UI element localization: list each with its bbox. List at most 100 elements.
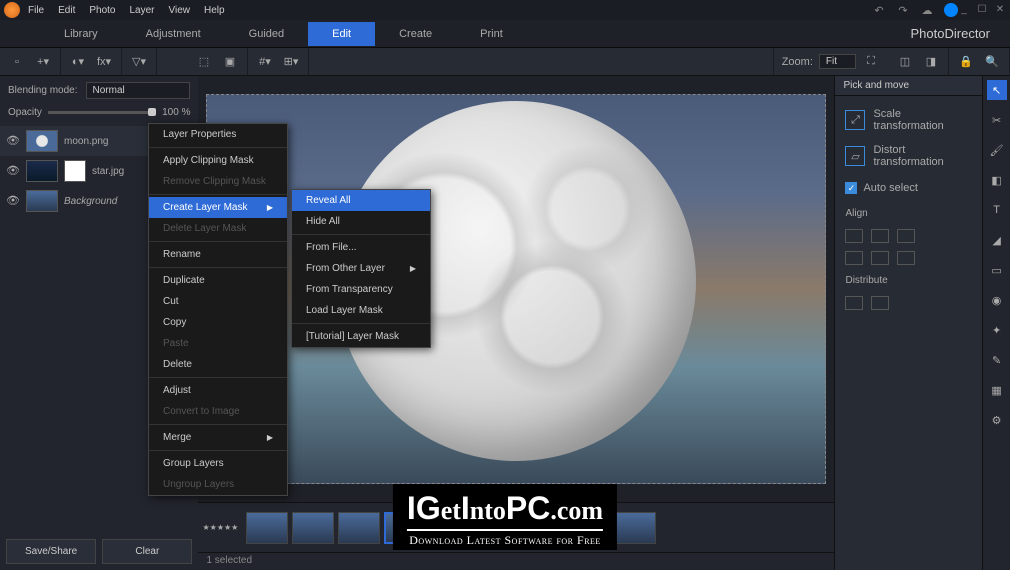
ctx-item[interactable]: From Transparency [292, 279, 430, 300]
tab-adjustment[interactable]: Adjustment [122, 22, 225, 46]
pen-tool-icon[interactable]: ✎ [987, 350, 1007, 370]
ctx-item[interactable]: Load Layer Mask [292, 300, 430, 321]
add-icon[interactable]: +▾ [34, 53, 52, 71]
cloud-icon[interactable]: ☁ [920, 3, 934, 17]
minimize-icon[interactable]: _ [958, 4, 970, 16]
text-tool-icon[interactable]: T [987, 200, 1007, 220]
redo-icon[interactable]: ↷ [896, 3, 910, 17]
eye-icon[interactable]: 👁 [6, 134, 20, 148]
search-icon[interactable]: 🔍 [983, 53, 1001, 71]
gradient-tool-icon[interactable]: ▦ [987, 380, 1007, 400]
maximize-icon[interactable]: ☐ [976, 4, 988, 16]
align-center-v[interactable] [871, 251, 889, 265]
eraser-tool-icon[interactable]: ◧ [987, 170, 1007, 190]
crop-tool-icon[interactable]: ✂ [987, 110, 1007, 130]
thumb[interactable] [614, 512, 656, 544]
scale-transform[interactable]: ⤢ Scale transformation [843, 102, 974, 138]
magic-tool-icon[interactable]: ✦ [987, 320, 1007, 340]
ctx-item[interactable]: Hide All [292, 211, 430, 232]
fill-tool-icon[interactable]: ◢ [987, 230, 1007, 250]
ctx-item[interactable]: Layer Properties [149, 124, 287, 145]
filter-icon[interactable]: ▽▾ [130, 53, 148, 71]
tab-create[interactable]: Create [375, 22, 456, 46]
fx-icon[interactable]: fx▾ [95, 53, 113, 71]
eye-icon[interactable]: 👁 [6, 194, 20, 208]
align-left[interactable] [845, 229, 863, 243]
align-top[interactable] [845, 251, 863, 265]
shape-tool-icon[interactable]: ▭ [987, 260, 1007, 280]
sync-icon[interactable] [944, 3, 958, 17]
properties-header: Pick and move [835, 76, 982, 96]
grid-icon[interactable]: #▾ [256, 53, 274, 71]
distribute-v[interactable] [871, 296, 889, 310]
tab-print[interactable]: Print [456, 22, 527, 46]
watermark-subtitle: Download Latest Software for Free [407, 529, 603, 548]
distort-icon: ▱ [845, 146, 865, 166]
zoom-label: Zoom: [782, 56, 813, 68]
lock-icon[interactable]: 🔒 [957, 53, 975, 71]
close-icon[interactable]: ✕ [994, 4, 1006, 16]
tab-edit[interactable]: Edit [308, 22, 375, 46]
brush-tool-icon[interactable]: 🖌 [987, 140, 1007, 160]
menu-view[interactable]: View [169, 5, 191, 16]
thumb[interactable] [292, 512, 334, 544]
brand-label: PhotoDirector [911, 26, 990, 41]
opacity-slider[interactable] [48, 111, 156, 114]
menu-layer[interactable]: Layer [130, 5, 155, 16]
settings-tool-icon[interactable]: ⚙ [987, 410, 1007, 430]
snap-icon[interactable]: ⊞▾ [282, 53, 300, 71]
opacity-value: 100 % [162, 107, 190, 118]
compare-icon[interactable]: ◫ [896, 53, 914, 71]
clear-button[interactable]: Clear [102, 539, 192, 564]
blending-select[interactable]: Normal [86, 82, 191, 99]
checkbox-icon[interactable]: ✓ [845, 182, 857, 194]
ctx-item[interactable]: Merge▶ [149, 427, 287, 448]
ctx-item[interactable]: Delete [149, 354, 287, 375]
ctx-item: Ungroup Layers [149, 474, 287, 495]
ctx-item[interactable]: Duplicate [149, 270, 287, 291]
brush-icon[interactable]: ◐▾ [69, 53, 87, 71]
ctx-item[interactable]: Apply Clipping Mask [149, 150, 287, 171]
distribute-h[interactable] [845, 296, 863, 310]
ctx-item[interactable]: From File... [292, 237, 430, 258]
ctx-item[interactable]: Group Layers [149, 453, 287, 474]
ctx-item: Delete Layer Mask [149, 218, 287, 239]
tab-library[interactable]: Library [40, 22, 122, 46]
blur-tool-icon[interactable]: ◉ [987, 290, 1007, 310]
distort-transform[interactable]: ▱ Distort transformation [843, 138, 974, 174]
ctx-item[interactable]: From Other Layer▶ [292, 258, 430, 279]
ctx-item[interactable]: Create Layer Mask▶ [149, 197, 287, 218]
ctx-item: Paste [149, 333, 287, 354]
ctx-item[interactable]: [Tutorial] Layer Mask [292, 326, 430, 347]
select-all-icon[interactable]: ⬚ [195, 53, 213, 71]
artboard-icon[interactable]: ▣ [221, 53, 239, 71]
menu-help[interactable]: Help [204, 5, 225, 16]
ctx-item[interactable]: Cut [149, 291, 287, 312]
eye-icon[interactable]: 👁 [6, 164, 20, 178]
menu-edit[interactable]: Edit [58, 5, 75, 16]
ctx-item[interactable]: Rename [149, 244, 287, 265]
zoom-fit-icon[interactable]: ⛶ [862, 53, 880, 71]
undo-icon[interactable]: ↶ [872, 3, 886, 17]
zoom-select[interactable]: Fit [819, 54, 856, 69]
new-layer-icon[interactable]: ▫ [8, 53, 26, 71]
menu-photo[interactable]: Photo [89, 5, 115, 16]
ctx-item[interactable]: Reveal All [292, 190, 430, 211]
ctx-item[interactable]: Adjust [149, 380, 287, 401]
distort-label2: transformation [873, 156, 943, 168]
menu-file[interactable]: File [28, 5, 44, 16]
thumb[interactable] [338, 512, 380, 544]
ctx-item[interactable]: Copy [149, 312, 287, 333]
save-button[interactable]: Save/Share [6, 539, 96, 564]
rating-stars[interactable]: ★★★★★ [202, 523, 238, 532]
align-right[interactable] [897, 229, 915, 243]
align-bottom[interactable] [897, 251, 915, 265]
move-tool-icon[interactable]: ↖ [987, 80, 1007, 100]
tab-guided[interactable]: Guided [225, 22, 308, 46]
before-after-icon[interactable]: ◨ [922, 53, 940, 71]
thumb[interactable] [246, 512, 288, 544]
distribute-label: Distribute [843, 269, 974, 292]
align-center-h[interactable] [871, 229, 889, 243]
layer-context-menu: Layer PropertiesApply Clipping MaskRemov… [148, 123, 288, 496]
autoselect-row[interactable]: ✓ Auto select [843, 174, 974, 202]
